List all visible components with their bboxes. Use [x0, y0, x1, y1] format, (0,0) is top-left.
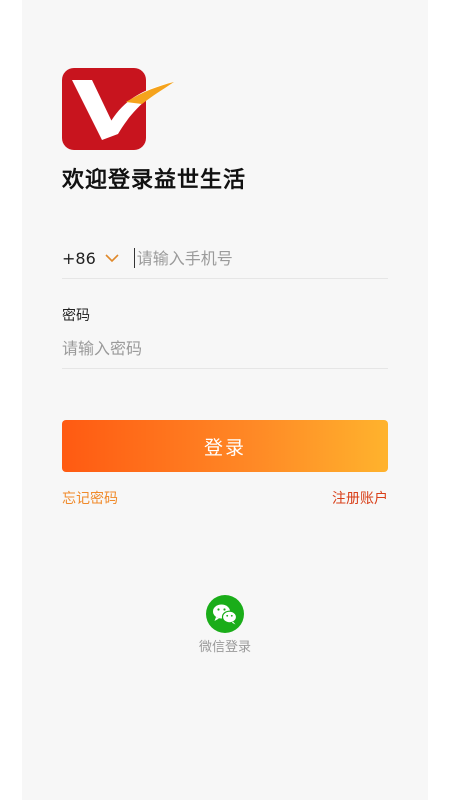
wechat-icon[interactable]	[205, 594, 245, 634]
forgot-password-link[interactable]: 忘记密码	[62, 488, 118, 508]
welcome-title: 欢迎登录益世生活	[62, 168, 247, 193]
phone-field: +86	[62, 238, 388, 279]
login-screen: 欢迎登录益世生活 +86 密码 登录 忘记密码 注册账户 微信登录	[22, 0, 428, 800]
app-logo-icon	[62, 68, 174, 150]
password-input[interactable]	[62, 338, 362, 358]
register-link[interactable]: 注册账户	[332, 488, 388, 508]
chevron-down-icon[interactable]	[102, 250, 124, 266]
country-code-selector[interactable]: +86	[62, 249, 96, 268]
phone-input[interactable]	[134, 248, 377, 268]
wechat-login-label: 微信登录	[198, 640, 251, 655]
login-button[interactable]: 登录	[62, 420, 388, 472]
password-field	[62, 328, 388, 369]
password-label: 密码	[62, 308, 90, 324]
